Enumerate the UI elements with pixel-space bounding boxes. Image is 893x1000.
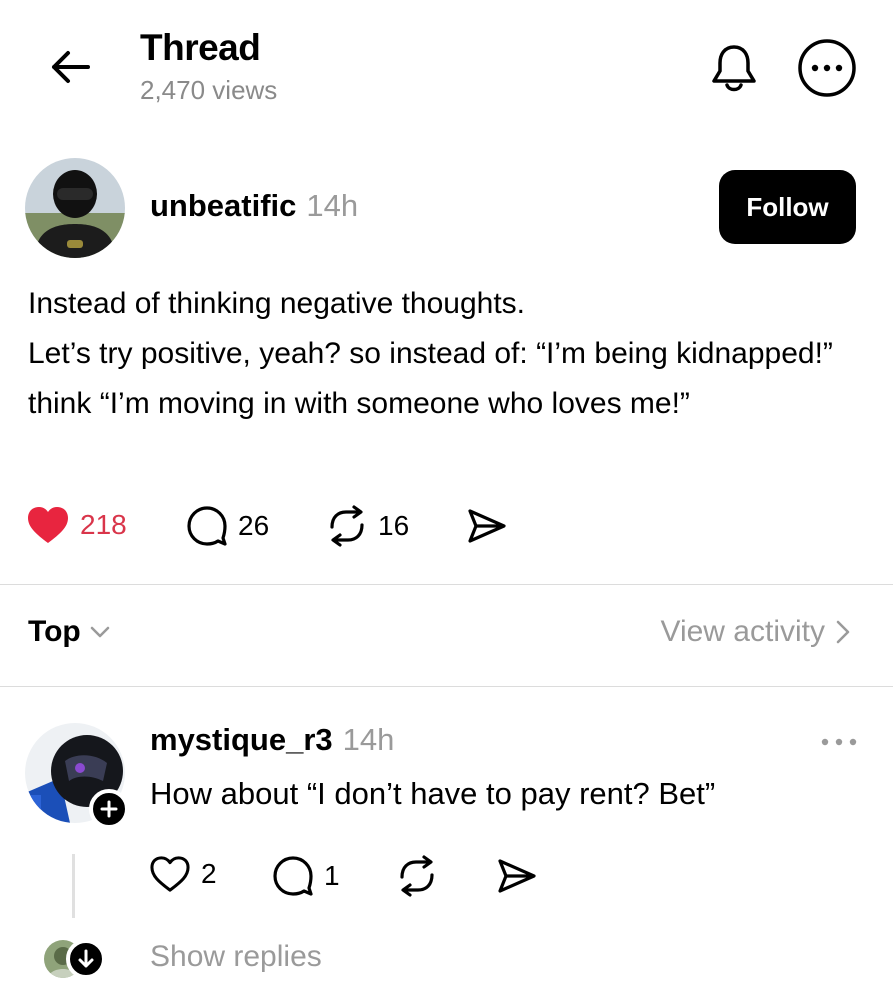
- sort-dropdown[interactable]: Top: [28, 615, 111, 649]
- reply-author[interactable]: mystique_r3 14h: [150, 722, 394, 758]
- reply-body: How about “I don’t have to pay rent? Bet…: [150, 776, 716, 811]
- reply-repost-button[interactable]: [396, 855, 438, 897]
- arrow-left-icon: [52, 51, 90, 83]
- like-button[interactable]: 218: [26, 505, 127, 545]
- divider: [0, 584, 893, 585]
- arrow-down-icon: [78, 949, 94, 968]
- reply-like-count: 2: [201, 858, 217, 889]
- bell-icon: [712, 45, 756, 92]
- reply-time: 14h: [342, 722, 395, 757]
- comment-count: 26: [238, 510, 270, 541]
- comment-button[interactable]: 26: [186, 505, 269, 547]
- repost-icon: [330, 505, 364, 547]
- post-body: Instead of thinking negative thoughts. L…: [28, 287, 833, 420]
- expand-replies-badge[interactable]: [66, 939, 106, 979]
- view-activity-link[interactable]: View activity: [660, 615, 851, 649]
- avatar[interactable]: [25, 158, 125, 258]
- notify-button[interactable]: [706, 39, 762, 95]
- share-button[interactable]: [466, 505, 508, 547]
- reply-comment-count: 1: [324, 860, 340, 891]
- ellipsis-circle-icon: [798, 39, 856, 97]
- show-replies-link[interactable]: Show replies: [150, 940, 322, 974]
- follow-button[interactable]: Follow: [719, 170, 856, 244]
- reply-comment-button[interactable]: 1: [272, 855, 340, 897]
- heart-filled-icon: [28, 507, 68, 543]
- post-username[interactable]: unbeatific: [150, 188, 296, 223]
- follow-plus-badge[interactable]: [89, 789, 129, 829]
- page-title: Thread: [140, 27, 261, 68]
- chevron-right-icon: [836, 620, 850, 644]
- comment-icon: [187, 506, 227, 546]
- divider: [0, 686, 893, 687]
- view-activity-label: View activity: [660, 615, 825, 648]
- send-icon: [498, 859, 536, 893]
- post-author[interactable]: unbeatific 14h: [150, 188, 358, 224]
- view-count: 2,470 views: [140, 75, 278, 105]
- back-button[interactable]: [44, 42, 94, 92]
- reply-more-button[interactable]: [818, 727, 860, 757]
- ellipsis-icon: [821, 738, 857, 746]
- post-time: 14h: [306, 188, 359, 223]
- reply-share-button[interactable]: [496, 855, 538, 897]
- sort-label: Top: [28, 615, 81, 648]
- chevron-down-icon: [90, 626, 109, 638]
- reply-like-button[interactable]: 2: [149, 855, 217, 893]
- more-options-button[interactable]: [797, 38, 857, 98]
- repost-icon: [400, 855, 434, 897]
- like-count: 218: [80, 509, 127, 540]
- heart-icon: [150, 856, 190, 892]
- thread-line: [72, 854, 75, 918]
- plus-icon: [100, 800, 118, 818]
- send-icon: [468, 509, 506, 543]
- repost-button[interactable]: 16: [326, 505, 409, 547]
- comment-icon: [273, 856, 313, 896]
- reply-username[interactable]: mystique_r3: [150, 722, 333, 757]
- repost-count: 16: [378, 510, 410, 541]
